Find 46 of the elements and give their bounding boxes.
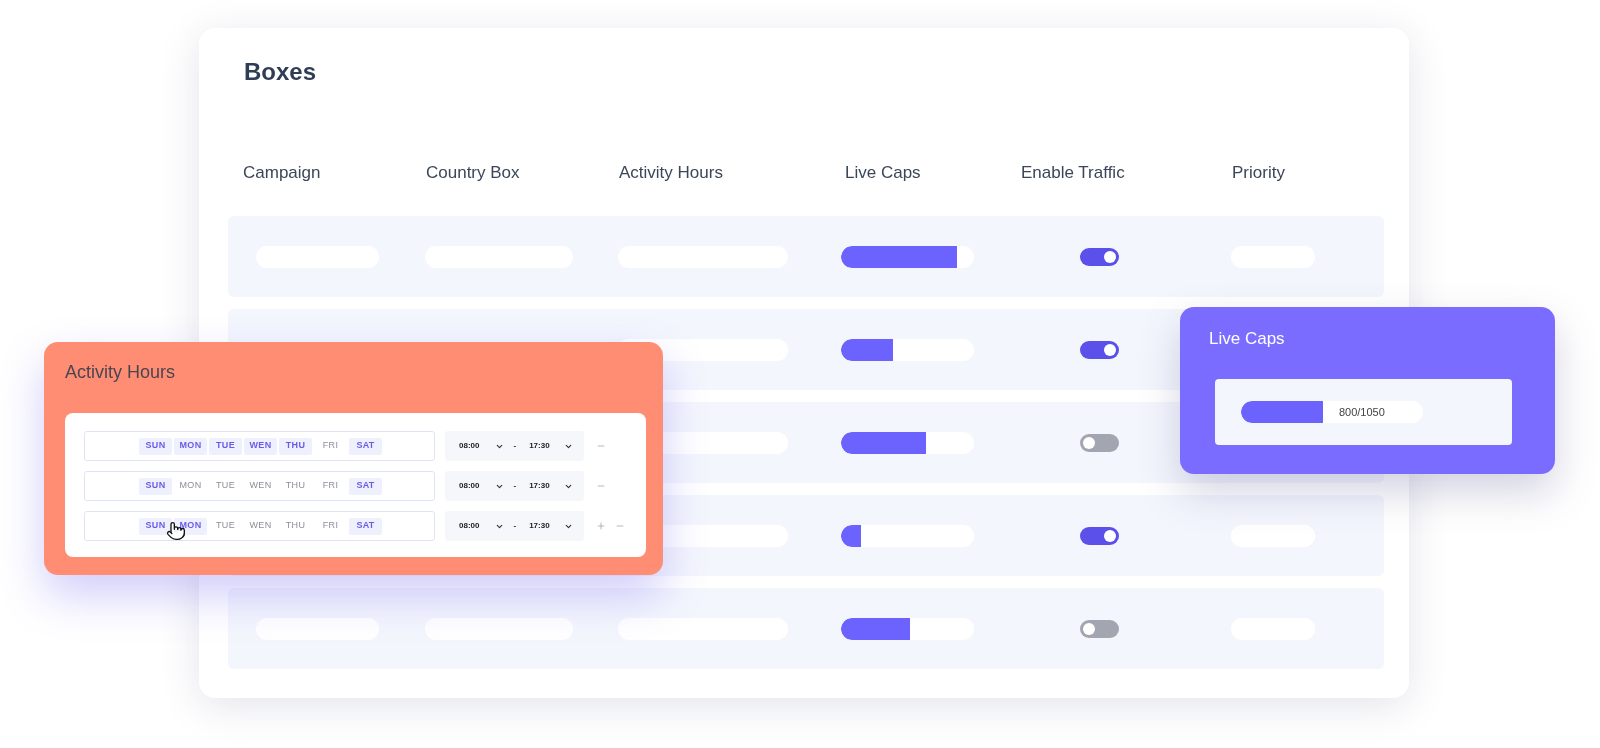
day-chip[interactable]: TUE [209, 477, 242, 495]
traffic-toggle[interactable] [1080, 526, 1119, 545]
day-chip[interactable]: SAT [349, 477, 382, 495]
column-header: Campaign [243, 163, 321, 182]
panel-title: Boxes [244, 58, 317, 85]
day-chip[interactable]: TUE [209, 517, 242, 535]
traffic-toggle[interactable] [1080, 340, 1119, 359]
traffic-toggle[interactable] [1080, 247, 1119, 266]
column-header: Enable Traffic [1021, 163, 1125, 182]
day-chip[interactable]: WEN [244, 477, 277, 495]
time-separator: - [513, 520, 517, 532]
day-chip[interactable]: SAT [349, 437, 382, 455]
start-time-select[interactable]: 08:00 [459, 440, 505, 452]
day-chip[interactable]: MON [174, 437, 207, 455]
day-chip[interactable]: WEN [244, 517, 277, 535]
day-chip[interactable]: FRI [314, 517, 347, 535]
day-chip[interactable]: SUN [139, 517, 172, 535]
column-header: Priority [1232, 163, 1285, 182]
day-chip[interactable]: SUN [139, 477, 172, 495]
column-header: Activity Hours [619, 163, 723, 182]
plus-icon [596, 521, 606, 531]
day-chip[interactable]: MON [174, 477, 207, 495]
day-chip[interactable]: THU [279, 477, 312, 495]
traffic-toggle[interactable] [1080, 619, 1119, 638]
start-time-select[interactable]: 08:00 [459, 480, 505, 492]
add-button[interactable] [595, 520, 607, 532]
card-title: Live Caps [1209, 329, 1285, 348]
live-caps-reading: 800/1050 [1338, 405, 1385, 419]
time-separator: - [513, 480, 517, 492]
end-time-select[interactable]: 17:30 [529, 440, 573, 452]
time-separator: - [513, 440, 517, 452]
day-chip[interactable]: FRI [314, 477, 347, 495]
start-time-select[interactable]: 08:00 [459, 520, 505, 532]
column-header: Live Caps [845, 163, 921, 182]
end-time-select[interactable]: 17:30 [529, 520, 573, 532]
traffic-toggle[interactable] [1080, 433, 1119, 452]
end-time-select[interactable]: 17:30 [529, 480, 573, 492]
day-chip[interactable]: THU [279, 517, 312, 535]
column-header: Country Box [426, 163, 520, 182]
card-title: Activity Hours [65, 362, 176, 382]
day-chip[interactable]: THU [279, 437, 312, 455]
day-chip[interactable]: FRI [314, 437, 347, 455]
day-chip[interactable]: TUE [209, 437, 242, 455]
day-chip[interactable]: WEN [244, 437, 277, 455]
day-chip[interactable]: SUN [139, 437, 172, 455]
day-chip[interactable]: SAT [349, 517, 382, 535]
